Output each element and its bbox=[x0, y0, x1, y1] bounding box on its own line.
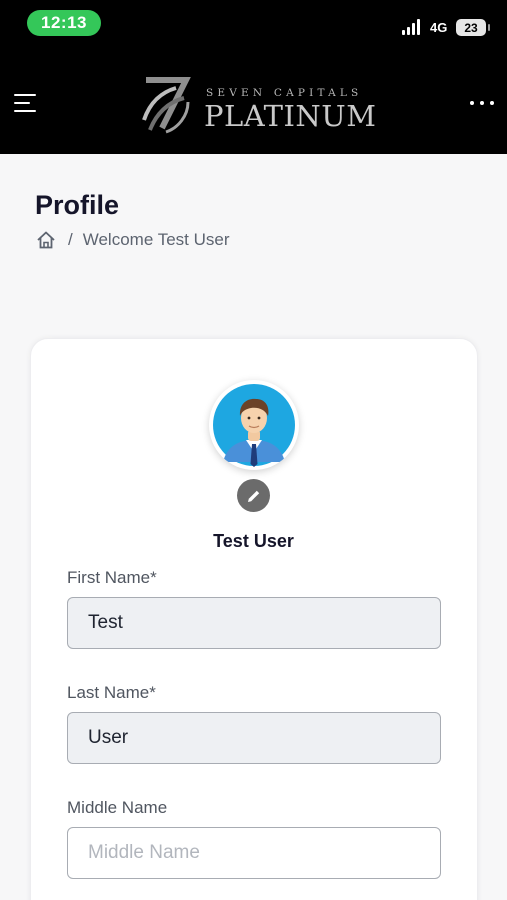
hamburger-menu-icon[interactable] bbox=[14, 94, 36, 112]
network-type: 4G bbox=[430, 20, 448, 35]
breadcrumb-separator: / bbox=[68, 230, 73, 249]
breadcrumb: / Welcome Test User bbox=[36, 230, 229, 250]
page-title: Profile bbox=[35, 190, 120, 220]
first-name-field[interactable] bbox=[67, 597, 441, 649]
home-icon[interactable] bbox=[36, 230, 56, 250]
brand-name: PLATINUM bbox=[204, 99, 377, 133]
pencil-icon[interactable] bbox=[237, 479, 270, 512]
user-avatar-icon bbox=[213, 384, 295, 467]
last-name-field[interactable] bbox=[67, 712, 441, 764]
brand-tagline: SEVEN CAPITALS bbox=[206, 87, 363, 99]
profile-display-name: Test User bbox=[213, 531, 294, 551]
middle-name-field[interactable] bbox=[67, 827, 441, 879]
last-name-label: Last Name* bbox=[67, 683, 156, 702]
cellular-signal-icon bbox=[402, 19, 422, 35]
status-time: 12:13 bbox=[27, 10, 101, 36]
status-bar: 12:13 4G 23 bbox=[0, 0, 507, 50]
battery-indicator: 23 bbox=[456, 19, 490, 36]
middle-name-label: Middle Name bbox=[67, 798, 168, 817]
breadcrumb-current: Welcome Test User bbox=[82, 230, 230, 249]
app-header: SEVEN CAPITALS PLATINUM bbox=[0, 50, 507, 154]
more-horizontal-icon[interactable] bbox=[470, 101, 494, 107]
first-name-label: First Name* bbox=[67, 568, 157, 587]
brand-logo-icon bbox=[142, 77, 191, 134]
avatar bbox=[209, 380, 299, 470]
